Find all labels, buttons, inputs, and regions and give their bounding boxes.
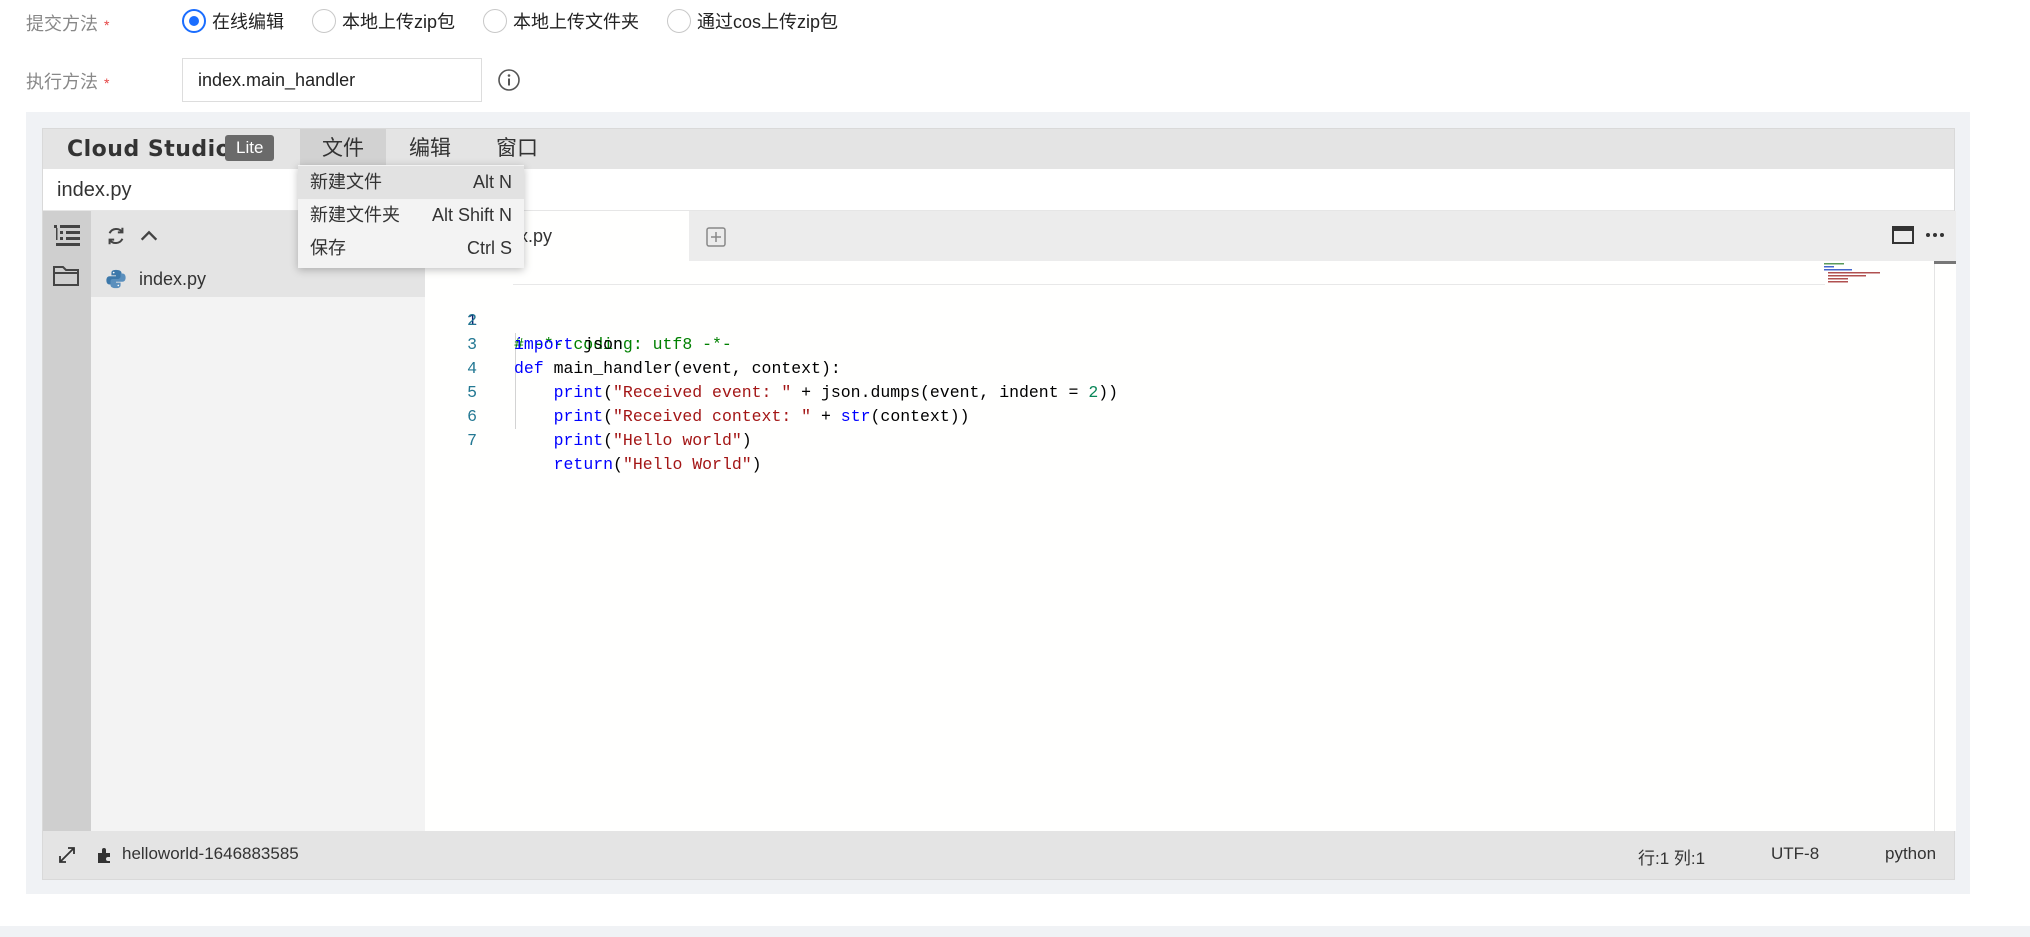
code-line: 4 print("Received event: " + json.dumps(… bbox=[425, 333, 1925, 402]
file-menu-dropdown: 新建文件 Alt N 新建文件夹 Alt Shift N 保存 Ctrl S bbox=[298, 165, 524, 268]
lite-badge: Lite bbox=[225, 135, 275, 161]
current-path: index.py bbox=[57, 179, 132, 201]
scroll-thumb[interactable] bbox=[1934, 261, 1956, 264]
current-line-highlight bbox=[513, 261, 1825, 285]
radio-circle[interactable] bbox=[483, 9, 508, 33]
project-name: helloworld-1646883585 bbox=[122, 844, 299, 863]
code-line: 7 return("Hello World") bbox=[425, 405, 1925, 474]
menu-window[interactable]: 窗口 bbox=[474, 129, 560, 169]
required-mark: * bbox=[104, 75, 110, 91]
submit-method-radio-group: 在线编辑 本地上传zip包 本地上传文件夹 通过cos上传zip包 bbox=[182, 8, 866, 34]
maximize-icon[interactable] bbox=[1891, 223, 1915, 247]
code-line: 2 import json bbox=[425, 285, 1925, 354]
line-number: 7 bbox=[467, 431, 477, 450]
code-line: 3 def main_handler(event, context): bbox=[425, 309, 1925, 378]
status-bar: helloworld-1646883585 行:1 列:1 UTF-8 pyth… bbox=[43, 831, 1954, 879]
exec-method-input[interactable] bbox=[182, 58, 482, 102]
menu-item-shortcut: Alt Shift N bbox=[431, 205, 512, 225]
language-mode[interactable]: python bbox=[1885, 844, 1936, 864]
editor-scrollbar[interactable] bbox=[1934, 261, 1956, 831]
folder-icon[interactable] bbox=[51, 259, 83, 291]
menu-item-label: 保存 bbox=[310, 238, 346, 258]
minimap[interactable] bbox=[1822, 261, 1922, 831]
menu-item-shortcut: Alt N bbox=[472, 172, 512, 192]
radio-label: 本地上传zip包 bbox=[342, 12, 456, 32]
file-name: index.py bbox=[139, 268, 207, 289]
required-mark: * bbox=[104, 17, 110, 33]
menu-item-shortcut: Ctrl S bbox=[467, 238, 512, 258]
menu-item-label: 新建文件 bbox=[310, 172, 382, 192]
radio-upload-folder[interactable]: 本地上传文件夹 bbox=[483, 8, 639, 34]
exec-method-label-text: 执行方法 bbox=[26, 72, 98, 92]
python-icon bbox=[106, 269, 126, 289]
menu-save[interactable]: 保存 Ctrl S bbox=[298, 232, 524, 265]
outline-tree-icon[interactable] bbox=[51, 219, 83, 251]
page-root: 提交方法 * 在线编辑 本地上传zip包 本地上传文件夹 通过cos上传zip包 … bbox=[0, 0, 2030, 937]
radio-label: 通过cos上传zip包 bbox=[697, 12, 839, 32]
collapse-up-icon[interactable] bbox=[138, 225, 160, 247]
plugin-icon bbox=[98, 848, 110, 863]
submit-method-label-text: 提交方法 bbox=[26, 14, 98, 34]
menu-new-folder[interactable]: 新建文件夹 Alt Shift N bbox=[298, 199, 524, 232]
editor-tabbar: x.py bbox=[425, 211, 1956, 261]
radio-cos-zip[interactable]: 通过cos上传zip包 bbox=[667, 8, 838, 34]
add-tab-icon[interactable] bbox=[705, 226, 727, 248]
file-encoding[interactable]: UTF-8 bbox=[1771, 844, 1819, 864]
ide-menubar: Cloud Studio Lite 文件 编辑 窗口 bbox=[43, 129, 1954, 169]
code-text: print("Hello world") bbox=[553, 431, 752, 450]
code-line: 5 print("Received context: " + str(conte… bbox=[425, 357, 1925, 426]
code-editor: x.py 1 # -*- coding: utf8 -*- 2 import j… bbox=[425, 211, 1956, 831]
radio-label: 本地上传文件夹 bbox=[513, 12, 640, 32]
refresh-icon[interactable] bbox=[105, 225, 127, 247]
radio-circle-checked[interactable] bbox=[182, 9, 206, 33]
code-line: 6 print("Hello world") bbox=[425, 381, 1925, 450]
code-text: return("Hello World") bbox=[553, 455, 762, 474]
activity-bar bbox=[43, 211, 91, 831]
radio-upload-zip[interactable]: 本地上传zip包 bbox=[312, 8, 455, 34]
info-circle-icon[interactable] bbox=[497, 68, 521, 92]
brand-logo-text: Cloud Studio bbox=[67, 137, 232, 162]
exec-method-label: 执行方法 * bbox=[26, 68, 109, 94]
file-explorer: index.py bbox=[91, 211, 425, 831]
code-line: 1 # -*- coding: utf8 -*- bbox=[425, 261, 1925, 354]
menu-new-file[interactable]: 新建文件 Alt N bbox=[298, 166, 524, 199]
submit-method-label: 提交方法 * bbox=[26, 10, 109, 36]
radio-label: 在线编辑 bbox=[212, 12, 284, 32]
cursor-position[interactable]: 行:1 列:1 bbox=[1638, 844, 1705, 869]
radio-circle[interactable] bbox=[312, 9, 336, 33]
more-icon[interactable] bbox=[1923, 223, 1947, 247]
menu-file[interactable]: 文件 bbox=[300, 129, 386, 169]
bottom-strip bbox=[0, 926, 2030, 937]
radio-circle[interactable] bbox=[667, 9, 692, 33]
code-area[interactable]: 1 # -*- coding: utf8 -*- 2 import json 3… bbox=[425, 261, 1925, 831]
menu-item-label: 新建文件夹 bbox=[310, 205, 400, 225]
menu-edit[interactable]: 编辑 bbox=[387, 129, 473, 169]
expand-icon[interactable] bbox=[57, 845, 77, 865]
radio-online-edit[interactable]: 在线编辑 bbox=[182, 8, 284, 34]
